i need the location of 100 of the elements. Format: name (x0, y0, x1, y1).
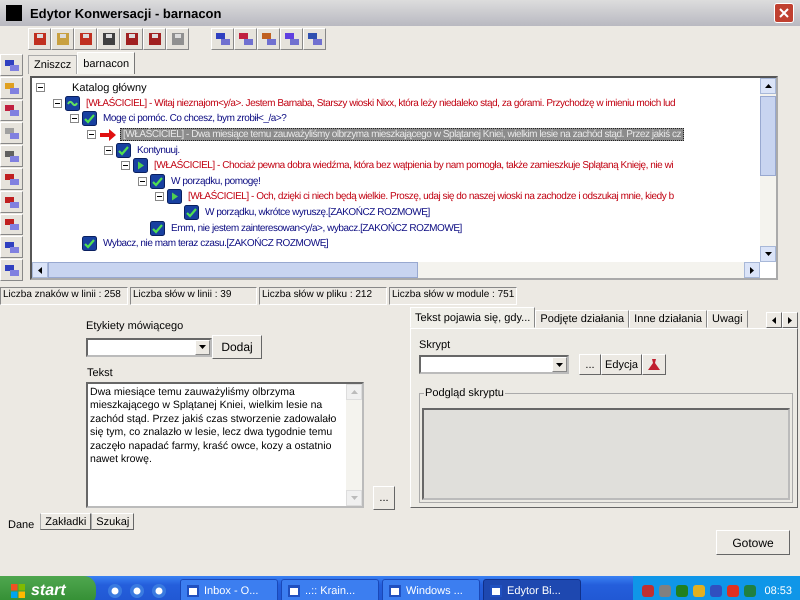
left-arrow-icon (772, 316, 776, 324)
tool-icon (260, 31, 276, 47)
check-icon (150, 220, 165, 236)
collapse-icon[interactable] (87, 130, 96, 140)
done-button[interactable]: Gotowe (716, 530, 790, 555)
toolbar-button[interactable] (74, 28, 97, 50)
up-arrow-icon (350, 390, 358, 394)
toolbar-button[interactable] (97, 28, 120, 50)
script-preview-label: Podgląd skryptu (424, 387, 505, 399)
tree-root-label[interactable]: Katalog główny (72, 82, 147, 94)
tool-icon (54, 31, 70, 47)
detail-tab[interactable]: Uwagi (707, 310, 748, 328)
collapse-icon[interactable] (70, 114, 79, 124)
toolbar-button[interactable] (120, 28, 143, 50)
tree-item[interactable]: Wybacz, nie mam teraz czasu.[ZAKOŃCZ ROZMOWĘ] (100, 237, 332, 250)
toolbar-button[interactable] (0, 100, 23, 122)
speaker-labels-dropdown[interactable] (86, 338, 212, 356)
tool-icon (4, 262, 20, 278)
toolbar-button[interactable] (0, 259, 23, 281)
arrow-icon (99, 128, 117, 142)
play-icon (167, 189, 182, 204)
check-icon (150, 174, 165, 189)
toolbar-button[interactable] (0, 214, 23, 236)
tool-icon (4, 125, 20, 142)
dropdown-arrow-icon (556, 362, 563, 366)
vertical-scrollbar[interactable] (760, 78, 776, 262)
panel-tab[interactable]: Zakładki (40, 513, 92, 530)
status-field: Liczba słów w linii : 39 (130, 287, 257, 305)
file-tab[interactable]: barnacon (77, 52, 136, 74)
browse-button[interactable]: ... (579, 354, 601, 375)
detail-tab[interactable]: Podjęte działania (535, 310, 630, 328)
left-arrow-icon (38, 266, 42, 274)
toolbar-button[interactable] (234, 28, 257, 50)
tool-icon (4, 148, 20, 164)
horizontal-scrollbar[interactable] (32, 262, 760, 278)
tree-item[interactable]: Kontynuuj. (134, 144, 183, 157)
close-button[interactable] (774, 3, 794, 23)
quick-launch-icon[interactable] (151, 583, 167, 599)
app-icon (6, 5, 22, 21)
dialogue-text-area[interactable]: Dwa miesiące temu zauważyliśmy olbrzyma mieszkającego w Splątanej Kniei, wielkim lesie na zachód stąd. Przez jakiś czas stworzenie zadowalało się tym, co znalazło w lesie, lecz dwa tygodnie temu zaczęło napadać farmy, kraść owce, kozy a ostatnio nawet krowę. (86, 382, 364, 508)
taskbar-task[interactable]: Edytor Bi... (483, 579, 581, 600)
collapse-icon[interactable] (36, 83, 45, 92)
status-field: Liczba znaków w linii : 258 (0, 287, 128, 305)
tool-icon (124, 31, 140, 47)
collapse-icon[interactable] (104, 146, 113, 155)
tree-item[interactable]: W porządku, pomogę! (168, 174, 264, 188)
up-arrow-icon (764, 84, 772, 88)
close-icon (779, 8, 789, 18)
detail-tab[interactable]: Inne działania (629, 310, 708, 328)
tree-item[interactable]: Mogę ci pomóc. Co chcesz, bym zrobił<_/a>? (100, 112, 290, 126)
toolbar-button[interactable] (0, 145, 23, 167)
toolbar-button[interactable] (0, 54, 23, 76)
tree-item[interactable]: [WŁAŚCICIEL] - Och, dzięki ci niech będą wielkie. Proszę, udaj się do naszej wioski na zachodze i odszukaj mnie, kiedy b (185, 190, 677, 204)
add-button[interactable]: Dodaj (212, 335, 262, 359)
toolbar-button[interactable] (28, 28, 51, 50)
script-label: Skrypt (419, 339, 452, 351)
tree-item[interactable]: W porządku, wkrótce wyruszę.[ZAKOŃCZ ROZMOWĘ] (202, 206, 433, 220)
status-field: Liczba słów w pliku : 212 (259, 287, 387, 305)
collapse-icon[interactable] (155, 192, 164, 202)
check-icon (82, 111, 97, 126)
collapse-icon[interactable] (138, 176, 147, 186)
speaker-labels-label: Etykiety mówiącego (86, 320, 184, 332)
collapse-icon[interactable] (121, 161, 130, 170)
window-title: Edytor Konwersacji - barnacon (30, 6, 222, 20)
toolbar-button[interactable] (143, 28, 166, 50)
taskbar-task[interactable]: Windows ... (382, 579, 480, 600)
tree-item[interactable]: [WŁAŚCICIEL] - Chociaż pewna dobra wiedźma, która bez wątpienia by nam pomogła, także zamieszkuje Splątaną Knieję, nie wi (151, 159, 676, 172)
toolbar-button[interactable] (0, 168, 23, 190)
tab-scroll-left-button[interactable] (766, 312, 782, 328)
tool-icon (170, 31, 186, 47)
check-icon (82, 236, 97, 252)
toolbar-button[interactable] (0, 236, 23, 258)
toolbar-button[interactable] (303, 28, 326, 50)
tab-scroll-right-button[interactable] (782, 312, 798, 328)
panel-tab[interactable]: Szukaj (91, 513, 134, 530)
file-tab[interactable]: Zniszcz (28, 55, 78, 74)
flask-icon (647, 358, 662, 372)
browse-button[interactable]: ... (373, 486, 395, 510)
tree-item[interactable]: [WŁAŚCICIEL] - Witaj nieznajom<y/a>. Jestem Barnaba, Starszy wioski Nixx, która leży niedaleko stąd, za górami. Przychodzę w imieniu moich lud (83, 96, 678, 110)
play-icon (133, 158, 148, 174)
script-tool-button[interactable] (642, 354, 666, 375)
tree-item[interactable]: Emm, nie jestem zainteresowan<y/a>, wybacz.[ZAKOŃCZ ROZMOWĘ] (168, 222, 465, 235)
tool-icon (4, 102, 20, 118)
toolbar-button[interactable] (0, 190, 23, 213)
window-icon (388, 584, 402, 598)
edit-button[interactable]: Edycja (601, 354, 642, 375)
toolbar-button[interactable] (280, 28, 303, 50)
tool-icon (78, 31, 94, 47)
quick-launch-icon[interactable] (129, 583, 145, 599)
taskbar-task[interactable]: Inbox - O... (180, 579, 278, 600)
detail-tab[interactable]: Tekst pojawia się, gdy... (410, 307, 536, 328)
taskbar-task[interactable]: ..:: Krain... (281, 579, 379, 600)
collapse-icon[interactable] (53, 98, 62, 108)
script-dropdown[interactable] (419, 355, 569, 374)
vertical-scrollbar[interactable] (346, 384, 362, 506)
start-button[interactable]: start (0, 576, 96, 600)
tool-icon (306, 31, 322, 47)
toolbar-button[interactable] (211, 28, 234, 50)
quick-launch-icon[interactable] (107, 583, 123, 599)
wave-icon (65, 96, 80, 111)
